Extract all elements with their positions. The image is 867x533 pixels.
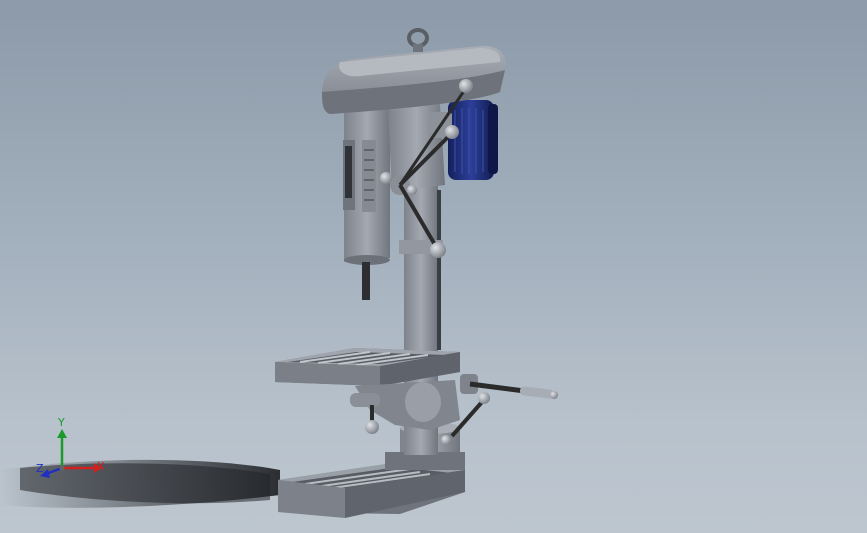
lifting-eye-bolt: [407, 28, 429, 52]
3d-viewport[interactable]: X Y Z: [0, 0, 867, 533]
worktable[interactable]: [275, 348, 478, 430]
triad-origin: [59, 465, 65, 471]
drill-bit: [362, 262, 370, 300]
y-axis-arrowhead: [57, 429, 67, 438]
drill-press-model[interactable]: X Y Z: [0, 0, 867, 533]
base-plate[interactable]: [278, 462, 465, 518]
y-axis-label: Y: [57, 416, 65, 429]
z-axis-label: Z: [36, 462, 44, 475]
spindle-housing: [343, 108, 390, 265]
x-axis-label: X: [97, 460, 105, 473]
motor[interactable]: [448, 100, 498, 180]
